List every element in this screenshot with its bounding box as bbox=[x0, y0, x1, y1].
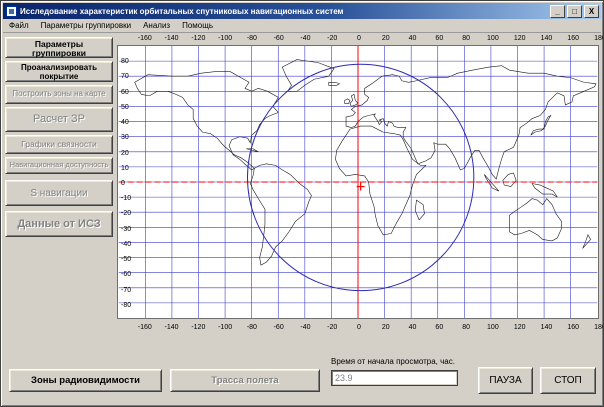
menu-constellation-params[interactable]: Параметры группировки bbox=[35, 20, 137, 31]
btn-constellation-params[interactable]: Параметры группировки bbox=[5, 37, 113, 58]
lon-tick-label: -100 bbox=[218, 35, 233, 42]
lon-tick-label: -120 bbox=[191, 324, 206, 331]
lat-tick-label: -20 bbox=[121, 210, 132, 218]
lon-tick-label: 20 bbox=[381, 35, 390, 42]
coastline-eurasia bbox=[346, 66, 596, 179]
lat-tick-label: 60 bbox=[121, 88, 129, 96]
lon-tick-label: -160 bbox=[137, 324, 152, 331]
minimize-button[interactable]: _ bbox=[550, 4, 565, 18]
lon-tick-label: 40 bbox=[408, 35, 417, 42]
btn-analyze-coverage[interactable]: Проанализировать покрытие bbox=[5, 61, 113, 82]
coastline-ireland bbox=[345, 99, 350, 104]
world-map[interactable] bbox=[117, 45, 599, 319]
lat-tick-label: -60 bbox=[121, 271, 132, 279]
lon-tick-label: 100 bbox=[487, 35, 499, 42]
lat-tick-label: -10 bbox=[121, 195, 132, 203]
sidebar: Параметры группировки Проанализировать п… bbox=[5, 37, 113, 240]
radio-visibility-zones-button[interactable]: Зоны радиовидимости bbox=[9, 369, 162, 392]
map-overlays bbox=[118, 46, 598, 318]
lon-tick-label: -160 bbox=[137, 35, 152, 42]
btn-isz-data[interactable]: Данные от ИСЗ bbox=[5, 211, 113, 237]
coastline-britain bbox=[350, 94, 358, 106]
btn-s-navigation[interactable]: S навигации bbox=[5, 180, 113, 206]
app-icon bbox=[6, 5, 17, 17]
lon-tick-label: -60 bbox=[273, 35, 284, 42]
lon-tick-label: 120 bbox=[513, 324, 526, 331]
lon-tick-label: 80 bbox=[462, 324, 471, 331]
lon-tick-label: 140 bbox=[540, 35, 553, 42]
lat-tick-label: -80 bbox=[121, 301, 132, 309]
close-button[interactable]: X bbox=[584, 4, 599, 18]
maximize-button[interactable]: □ bbox=[567, 4, 582, 18]
lat-tick-label: -30 bbox=[121, 225, 132, 233]
flight-track-button[interactable]: Трасса полета bbox=[170, 369, 320, 392]
lat-tick-label: -40 bbox=[121, 240, 132, 248]
coastline-new-zealand bbox=[583, 235, 591, 249]
time-from-start-label: Время от начала просмотра, час. bbox=[331, 357, 455, 366]
time-from-start-input[interactable] bbox=[331, 370, 458, 386]
lon-tick-label: -20 bbox=[327, 324, 338, 331]
lon-tick-label: 60 bbox=[435, 35, 444, 42]
lon-tick-label: -60 bbox=[273, 324, 284, 331]
pause-button[interactable]: ПАУЗА bbox=[478, 367, 533, 394]
menu-analysis[interactable]: Анализ bbox=[137, 20, 176, 31]
coastline-japan bbox=[531, 116, 551, 136]
lat-tick-label: 10 bbox=[121, 164, 129, 172]
lat-tick-label: 40 bbox=[121, 119, 129, 127]
lon-tick-label: -140 bbox=[164, 35, 179, 42]
lon-tick-label: -40 bbox=[300, 324, 311, 331]
btn-build-zones-on-map[interactable]: Построить зоны на карте bbox=[5, 85, 113, 104]
lat-tick-label: -70 bbox=[121, 286, 132, 294]
lon-tick-label: -40 bbox=[300, 35, 311, 42]
lon-tick-label: -20 bbox=[327, 35, 338, 42]
lon-tick-label: 120 bbox=[513, 35, 526, 42]
map-panel: -160 -160 -140 -140 -120 -120 -100 -100 -80 -80 -6… bbox=[114, 33, 603, 335]
stop-button[interactable]: СТОП bbox=[540, 367, 596, 394]
lat-tick-label: 0 bbox=[121, 180, 125, 187]
lon-tick-label: 160 bbox=[567, 324, 580, 331]
lon-tick-label: 40 bbox=[408, 324, 417, 331]
lat-tick-label: 50 bbox=[121, 103, 129, 111]
lat-tick-label: 80 bbox=[121, 58, 129, 66]
menu-bar: Файл Параметры группировки Анализ Помощь bbox=[3, 19, 601, 33]
lon-tick-label: 100 bbox=[487, 324, 499, 331]
lat-tick-label: 70 bbox=[121, 73, 129, 81]
lat-tick-label: -50 bbox=[121, 256, 132, 264]
coastline-north-america bbox=[135, 72, 279, 170]
coastline-greenland bbox=[282, 60, 334, 92]
lon-tick-label: -100 bbox=[218, 324, 233, 331]
coverage-zone-circle bbox=[246, 63, 475, 292]
lon-tick-label: 180 bbox=[594, 35, 603, 42]
lon-tick-label: -120 bbox=[191, 35, 206, 42]
coastline-new-guinea bbox=[532, 184, 557, 198]
lon-tick-label: 0 bbox=[357, 35, 361, 42]
lon-tick-label: 180 bbox=[594, 324, 603, 331]
menu-help[interactable]: Помощь bbox=[176, 20, 219, 31]
coastline-madagascar bbox=[415, 200, 424, 220]
title-bar: Исследование характеристик орбитальных с… bbox=[3, 3, 601, 19]
lon-tick-label: 20 bbox=[381, 324, 390, 331]
lon-tick-label: 140 bbox=[540, 324, 553, 331]
window-title: Исследование характеристик орбитальных с… bbox=[20, 6, 344, 16]
btn-connectivity-graphs[interactable]: Графики связности bbox=[5, 135, 113, 154]
lon-tick-label: 80 bbox=[462, 35, 471, 42]
lon-tick-label: 0 bbox=[357, 324, 361, 331]
world-coastlines bbox=[135, 60, 596, 266]
btn-compute-zr[interactable]: Расчет ЗР bbox=[5, 107, 113, 132]
btn-navigation-availability[interactable]: Навигационная доступность bbox=[5, 157, 113, 174]
lon-tick-label: 60 bbox=[435, 324, 444, 331]
coastline-iceland bbox=[329, 82, 340, 85]
coastline-south-america bbox=[250, 164, 311, 265]
menu-file[interactable]: Файл bbox=[3, 20, 35, 31]
app-window: Исследование характеристик орбитальных с… bbox=[0, 0, 604, 407]
lon-tick-label: -80 bbox=[246, 35, 257, 42]
lat-tick-label: 30 bbox=[121, 134, 129, 142]
lon-tick-label: -140 bbox=[164, 324, 179, 331]
lon-tick-label: -80 bbox=[246, 324, 257, 331]
coastline-borneo bbox=[503, 173, 516, 187]
coastline-africa bbox=[335, 126, 425, 235]
lat-tick-label: 20 bbox=[121, 149, 129, 157]
lon-tick-label: 160 bbox=[567, 35, 580, 42]
coastline-cuba bbox=[246, 149, 258, 152]
